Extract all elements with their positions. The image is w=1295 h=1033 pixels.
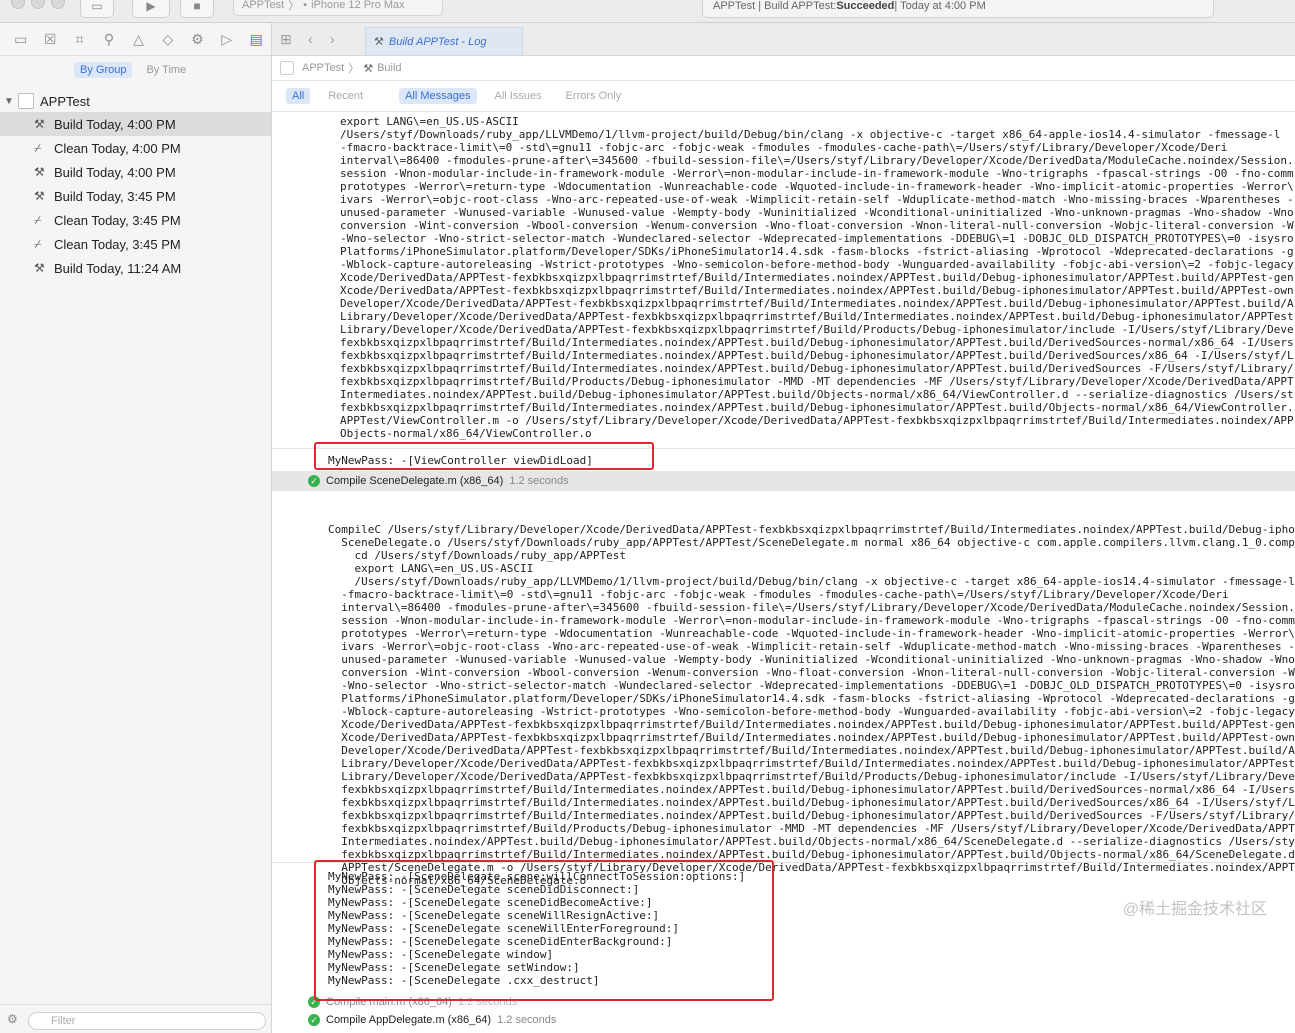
- jumpbar-item[interactable]: Build: [377, 62, 401, 74]
- log-item-6[interactable]: ⚒ Build Today, 11:24 AM: [0, 256, 271, 280]
- filter-recent[interactable]: Recent: [322, 88, 369, 104]
- disclosure-triangle-icon[interactable]: ▼: [4, 96, 18, 107]
- minimize-window-button[interactable]: [31, 0, 45, 9]
- log-item-label: Build Today, 11:24 AM: [54, 260, 182, 276]
- project-icon: [280, 61, 294, 75]
- log-item-label: Build Today, 3:45 PM: [54, 188, 176, 204]
- log-tree: ▼ APPTest ⚒ Build Today, 4:00 PM ⌿ Clean To…: [0, 90, 271, 280]
- close-window-button[interactable]: [11, 0, 25, 9]
- step-compile-appdelegate[interactable]: ✓ Compile AppDelegate.m (x86_64) 1.2 sec…: [272, 1010, 1295, 1030]
- report-icon[interactable]: ▤: [242, 31, 271, 48]
- scheme-selector[interactable]: APPTest 〉 ▪ iPhone 12 Pro Max: [233, 0, 443, 16]
- title-bar: ▭ ▶ ■ APPTest 〉 ▪ iPhone 12 Pro Max APPT…: [0, 0, 1295, 23]
- hammer-icon: ⚒: [363, 62, 374, 75]
- log-item-3[interactable]: ⚒ Build Today, 3:45 PM: [0, 184, 271, 208]
- debug-icon[interactable]: ⚙: [183, 31, 212, 48]
- log-item-label: Build Today, 4:00 PM: [54, 116, 176, 132]
- broom-icon: ⌿: [34, 236, 42, 251]
- compile-command-scenedelegate: CompileC /Users/styf/Library/Developer/X…: [328, 523, 1295, 887]
- log-item-5[interactable]: ⌿ Clean Today, 3:45 PM: [0, 232, 271, 256]
- jumpbar-project[interactable]: APPTest: [302, 62, 344, 74]
- device-icon: ▪: [303, 0, 308, 11]
- hammer-icon: ⚒: [34, 189, 45, 203]
- status-result: Succeeded: [836, 0, 895, 12]
- hammer-icon: ⚒: [34, 261, 45, 275]
- grid-icon[interactable]: ⊞: [280, 31, 292, 48]
- step-label: Compile AppDelegate.m (x86_64): [326, 1014, 492, 1026]
- log-item-0[interactable]: ⚒ Build Today, 4:00 PM: [0, 112, 271, 136]
- log-list: ⚒ Build Today, 4:00 PM ⌿ Clean Today, 4:00 …: [0, 112, 271, 280]
- filter-input[interactable]: Filter: [28, 1012, 266, 1030]
- activity-status: APPTest | Build APPTest: Succeeded | Tod…: [702, 0, 1214, 18]
- step-label: Compile SceneDelegate.m (x86_64): [326, 475, 504, 487]
- navigator-filter-bar: ⚙ Filter: [0, 1004, 271, 1033]
- status-prefix: APPTest | Build APPTest:: [713, 0, 837, 12]
- status-suffix: | Today at 4:00 PM: [894, 0, 986, 12]
- filter-all-issues[interactable]: All Issues: [489, 88, 548, 104]
- hammer-icon: ⚒: [34, 165, 45, 179]
- log-item-4[interactable]: ⌿ Clean Today, 3:45 PM: [0, 208, 271, 232]
- tab-bar: ⊞ ‹ › ⚒ Build APPTest - Log: [272, 23, 1295, 56]
- log-item-label: Build Today, 4:00 PM: [54, 164, 176, 180]
- test-icon[interactable]: ◇: [153, 31, 182, 48]
- editor-area: ⊞ ‹ › ⚒ Build APPTest - Log APPTest 〉 ⚒ …: [272, 23, 1295, 1033]
- tab-title: Build APPTest - Log: [388, 35, 487, 48]
- jump-bar: APPTest 〉 ⚒ Build: [272, 56, 1295, 81]
- compile-command-viewcontroller: export LANG\=en_US.US-ASCII /Users/styf/…: [340, 115, 1295, 440]
- log-filter-bar: All Recent All Messages All Issues Error…: [272, 81, 1295, 112]
- play-icon: ▶: [146, 0, 156, 13]
- step-duration: 1.2 seconds: [509, 475, 569, 487]
- log-item-label: Clean Today, 3:45 PM: [54, 236, 181, 252]
- warning-icon[interactable]: △: [124, 31, 153, 48]
- forward-arrow-icon[interactable]: ›: [330, 31, 335, 47]
- sidebar-icon: ▭: [91, 0, 103, 13]
- symbol-icon[interactable]: ⌗: [65, 31, 94, 48]
- highlight-box-viewcontroller: [314, 442, 654, 470]
- scheme-project: APPTest: [242, 0, 285, 11]
- project-row[interactable]: ▼ APPTest: [0, 90, 271, 112]
- broom-icon: ⌿: [34, 140, 42, 155]
- chevron-right-icon: 〉: [288, 0, 300, 12]
- log-item-1[interactable]: ⌿ Clean Today, 4:00 PM: [0, 136, 271, 160]
- filter-all[interactable]: All: [286, 88, 311, 104]
- step-compile-scenedelegate[interactable]: ✓ Compile SceneDelegate.m (x86_64) 1.2 s…: [272, 471, 1295, 491]
- stop-button[interactable]: ■: [180, 0, 214, 18]
- scheme-device: iPhone 12 Pro Max: [311, 0, 405, 11]
- by-time-segment[interactable]: By Time: [140, 62, 192, 78]
- project-name: APPTest: [40, 93, 90, 109]
- group-segmented-control: By Group By Time: [0, 56, 271, 84]
- step-duration: 1.2 seconds: [497, 1014, 557, 1026]
- filter-all-messages[interactable]: All Messages: [399, 88, 477, 104]
- zoom-window-button[interactable]: [51, 0, 65, 9]
- log-item-2[interactable]: ⚒ Build Today, 4:00 PM: [0, 160, 271, 184]
- project-icon: [18, 93, 34, 109]
- stop-icon: ■: [193, 0, 201, 13]
- folder-icon[interactable]: ▭: [6, 31, 35, 48]
- log-item-label: Clean Today, 3:45 PM: [54, 212, 181, 228]
- navigator-selector-bar: ▭ ☒ ⌗ ⚲ △ ◇ ⚙ ▷ ▤: [0, 23, 271, 56]
- find-icon[interactable]: ⚲: [94, 31, 123, 48]
- tab-build-log[interactable]: ⚒ Build APPTest - Log: [365, 27, 523, 55]
- hammer-icon: ⚒: [34, 117, 45, 131]
- report-navigator: ▭ ☒ ⌗ ⚲ △ ◇ ⚙ ▷ ▤ By Group By Time ▼ APP…: [0, 23, 272, 1033]
- chevron-right-icon: 〉: [348, 63, 360, 75]
- source-control-icon[interactable]: ☒: [35, 31, 64, 48]
- gear-icon[interactable]: ⚙: [7, 1012, 18, 1026]
- highlight-box-scenedelegate: [314, 860, 774, 1001]
- breakpoint-icon[interactable]: ▷: [212, 31, 241, 48]
- success-check-icon: ✓: [308, 475, 320, 487]
- by-group-segment[interactable]: By Group: [74, 62, 133, 78]
- log-item-label: Clean Today, 4:00 PM: [54, 140, 181, 156]
- success-check-icon: ✓: [308, 1014, 320, 1026]
- run-button[interactable]: ▶: [132, 0, 170, 18]
- filter-errors-only[interactable]: Errors Only: [560, 88, 628, 104]
- watermark: @稀土掘金技术社区: [1122, 901, 1267, 918]
- broom-icon: ⌿: [34, 212, 42, 227]
- hammer-icon: ⚒: [374, 36, 384, 48]
- back-arrow-icon[interactable]: ‹: [308, 31, 313, 47]
- sidebar-toggle-button[interactable]: ▭: [80, 0, 114, 18]
